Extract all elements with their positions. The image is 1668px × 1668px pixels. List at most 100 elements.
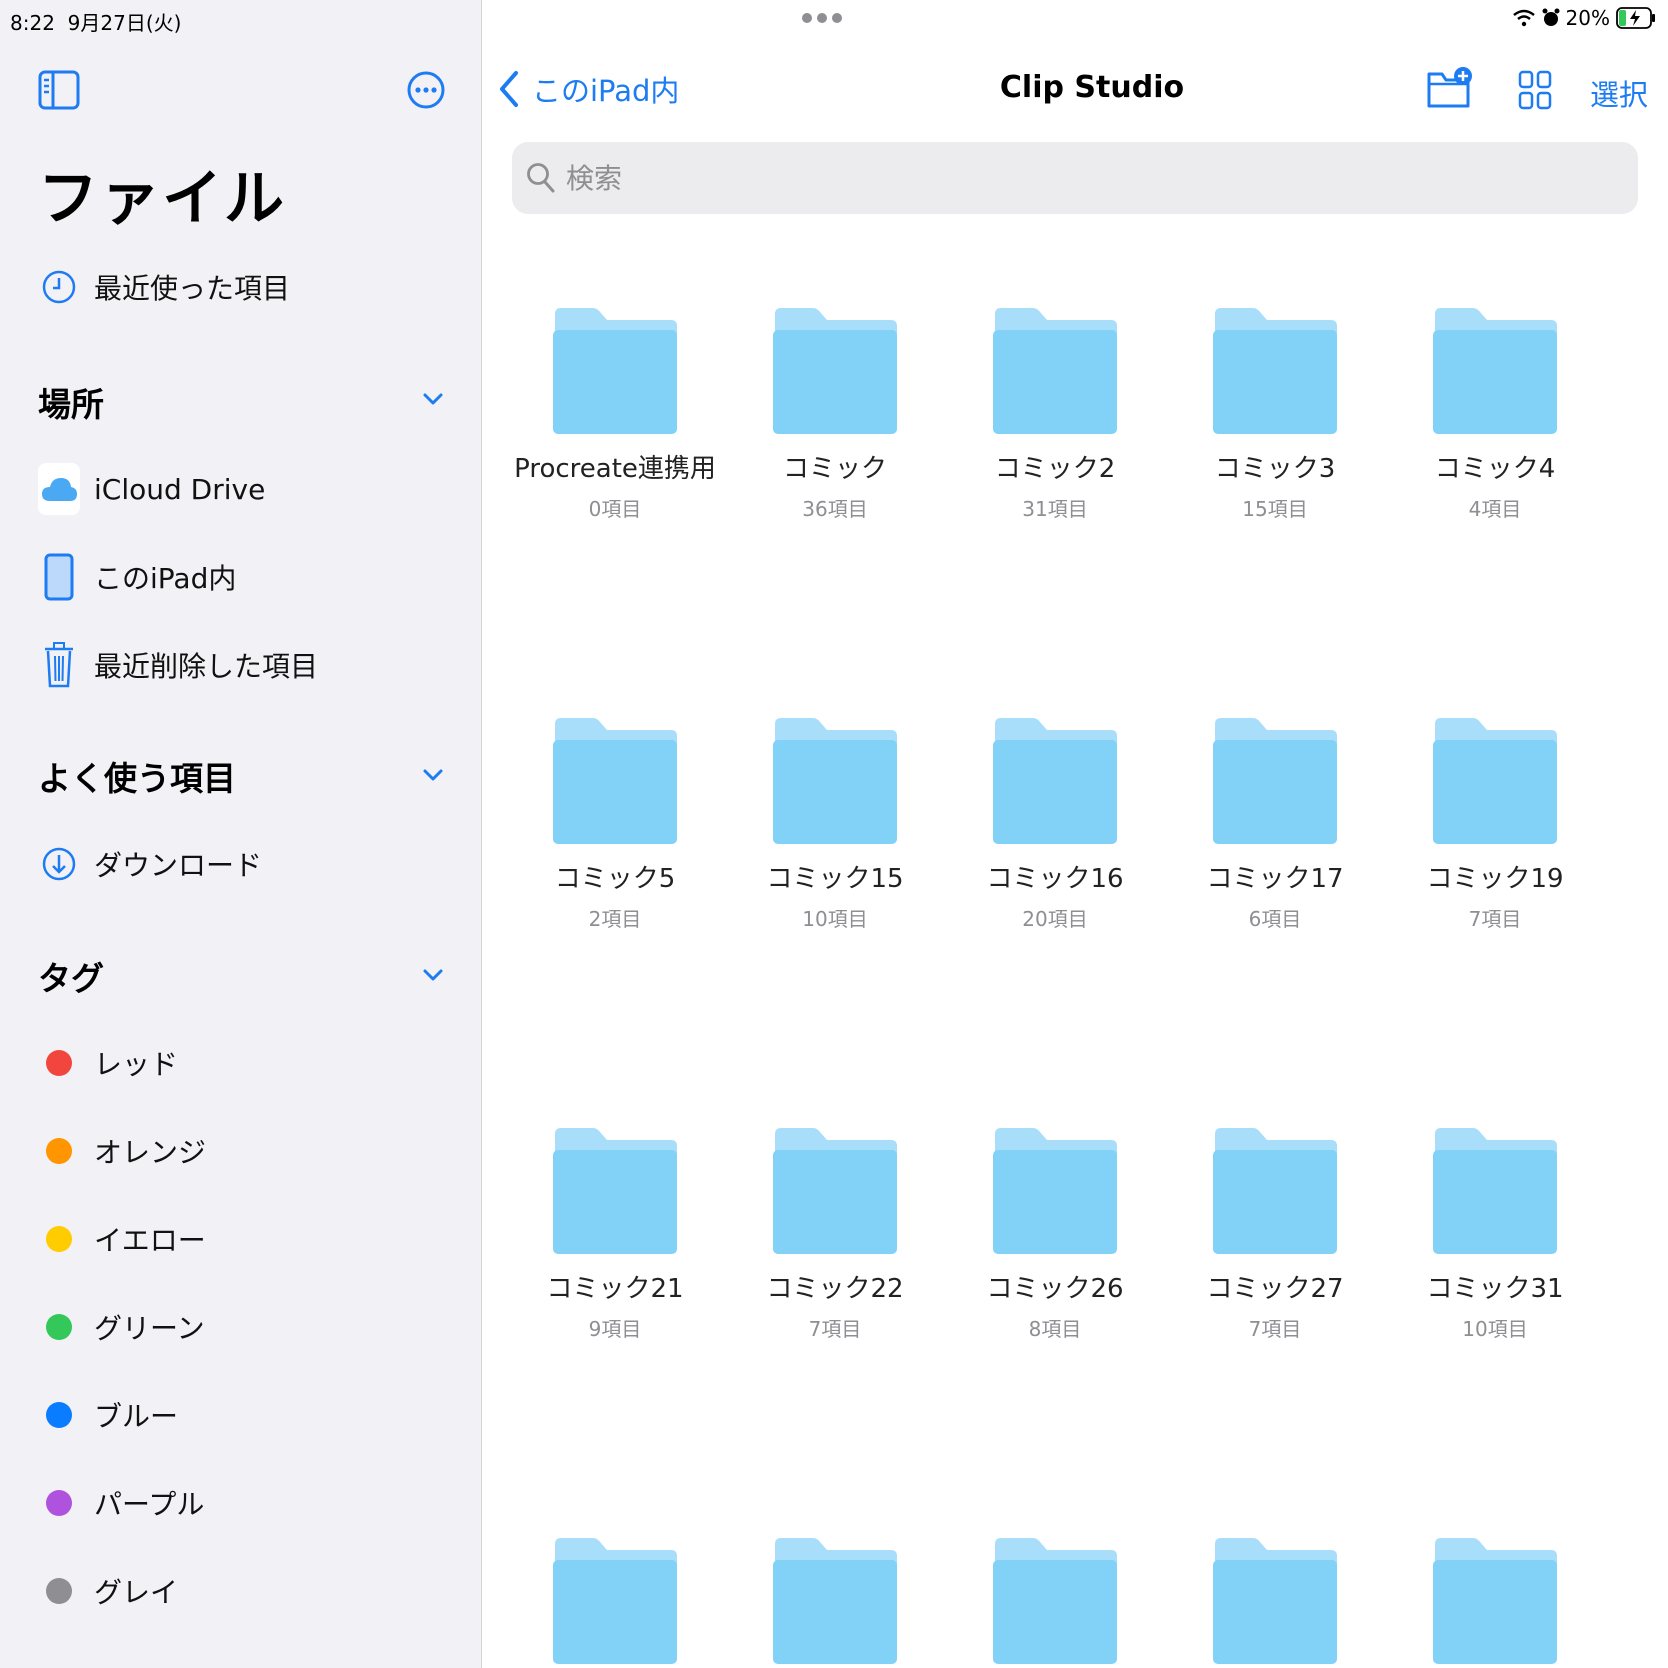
sidebar-item-label: 最近使った項目 bbox=[94, 267, 290, 307]
sidebar-toggle-button[interactable] bbox=[38, 70, 80, 114]
folder-item[interactable]: コミック268項目 bbox=[945, 1122, 1165, 1342]
chevron-left-icon bbox=[498, 70, 520, 108]
multitasking-dots-icon[interactable] bbox=[800, 12, 844, 24]
folder-name: コミック19 bbox=[1385, 858, 1605, 895]
status-indicators: 20% bbox=[1512, 6, 1656, 30]
sidebar-tag-item[interactable]: オレンジ bbox=[38, 1122, 206, 1180]
folder-name: コミック4 bbox=[1385, 448, 1605, 485]
battery-percent: 20% bbox=[1566, 6, 1610, 30]
folder-name: Procreate連携用 bbox=[505, 448, 725, 485]
sidebar-tag-label: グレイ bbox=[94, 1571, 178, 1611]
search-icon bbox=[526, 162, 556, 194]
folder-name: コミック5 bbox=[505, 858, 725, 895]
folder-name: コミック3 bbox=[1165, 448, 1385, 485]
sidebar-tag-item[interactable]: レッド bbox=[38, 1034, 178, 1092]
battery-charging-icon bbox=[1616, 7, 1656, 29]
folder-item-count: 2項目 bbox=[505, 903, 725, 932]
sidebar-tag-item[interactable]: グレイ bbox=[38, 1562, 178, 1620]
folder-icon bbox=[1431, 1122, 1559, 1256]
folder-item-count: 9項目 bbox=[505, 1313, 725, 1342]
folder-item[interactable]: コミック5 2項目 bbox=[505, 712, 725, 932]
folder-item-count: 0項目 bbox=[505, 493, 725, 522]
sidebar-item-on-my-ipad[interactable]: このiPad内 bbox=[38, 548, 236, 606]
tag-color-dot-icon bbox=[46, 1050, 72, 1076]
sidebar-item-icloud-drive[interactable]: iCloud Drive bbox=[38, 460, 265, 518]
sidebar-toggle-icon bbox=[38, 70, 80, 110]
folder-icon bbox=[551, 1532, 679, 1666]
folder-item[interactable] bbox=[1165, 1532, 1385, 1666]
folder-item[interactable]: コミック16 20項目 bbox=[945, 712, 1165, 932]
folder-item[interactable]: コミック219項目 bbox=[505, 1122, 725, 1342]
alarm-icon bbox=[1542, 8, 1560, 28]
ellipsis-circle-icon bbox=[406, 70, 446, 110]
grid-icon bbox=[1518, 70, 1552, 110]
folder-item[interactable]: コミック176項目 bbox=[1165, 712, 1385, 932]
folder-plus-icon bbox=[1426, 66, 1474, 110]
folder-item[interactable]: コミック3110項目 bbox=[1385, 1122, 1605, 1342]
download-icon bbox=[41, 846, 77, 882]
folder-icon bbox=[771, 1532, 899, 1666]
folder-item[interactable] bbox=[1385, 1532, 1605, 1666]
chevron-down-icon[interactable] bbox=[420, 386, 446, 412]
sidebar-item-downloads[interactable]: ダウンロード bbox=[38, 835, 262, 893]
new-folder-button[interactable] bbox=[1426, 66, 1474, 114]
folder-icon bbox=[551, 1122, 679, 1256]
tag-color-dot-icon bbox=[46, 1138, 72, 1164]
sidebar-item-recently-deleted[interactable]: 最近削除した項目 bbox=[38, 636, 318, 694]
select-button[interactable]: 選択 bbox=[1590, 72, 1648, 114]
folder-icon bbox=[991, 1122, 1119, 1256]
folder-name: コミック15 bbox=[725, 858, 945, 895]
sidebar-tag-label: レッド bbox=[94, 1043, 178, 1083]
folder-name: コミック16 bbox=[945, 858, 1165, 895]
folder-icon bbox=[551, 302, 679, 436]
folder-item[interactable] bbox=[505, 1532, 725, 1666]
folder-item[interactable]: コミック231項目 bbox=[945, 302, 1165, 522]
folder-item-count: 20項目 bbox=[945, 903, 1165, 932]
folder-item[interactable]: コミック277項目 bbox=[1165, 1122, 1385, 1342]
sidebar-tag-item[interactable]: イエロー bbox=[38, 1210, 206, 1268]
chevron-down-icon[interactable] bbox=[420, 762, 446, 788]
folder-icon bbox=[771, 712, 899, 846]
folder-name: コミック17 bbox=[1165, 858, 1385, 895]
search-bar[interactable] bbox=[512, 142, 1638, 214]
search-input[interactable] bbox=[564, 161, 1568, 196]
folder-icon bbox=[1211, 1122, 1339, 1256]
locations-header: 場所 bbox=[38, 378, 104, 426]
folder-item[interactable]: コミック1510項目 bbox=[725, 712, 945, 932]
chevron-down-icon[interactable] bbox=[420, 962, 446, 988]
clock-icon bbox=[41, 269, 77, 305]
sidebar-tag-label: ブルー bbox=[94, 1395, 178, 1435]
folder-item-count: 7項目 bbox=[1165, 1313, 1385, 1342]
status-time: 8:22 9月27日(火) bbox=[10, 7, 181, 36]
folder-name: コミック2 bbox=[945, 448, 1165, 485]
sidebar-item-label: このiPad内 bbox=[94, 557, 236, 597]
sidebar-tag-item[interactable]: ブルー bbox=[38, 1386, 178, 1444]
sidebar-item-label: 最近削除した項目 bbox=[94, 645, 318, 685]
folder-item[interactable] bbox=[725, 1532, 945, 1666]
folder-item[interactable]: コミック36項目 bbox=[725, 302, 945, 522]
folder-icon bbox=[1211, 712, 1339, 846]
folder-item[interactable]: コミック4 4項目 bbox=[1385, 302, 1605, 522]
folder-name: コミック26 bbox=[945, 1268, 1165, 1305]
sidebar-tag-item[interactable]: グリーン bbox=[38, 1298, 205, 1356]
folder-item[interactable]: Procreate連携用 0項目 bbox=[505, 302, 725, 522]
folder-item[interactable]: コミック19 7項目 bbox=[1385, 712, 1605, 932]
folder-icon bbox=[1211, 302, 1339, 436]
folder-item[interactable] bbox=[945, 1532, 1165, 1666]
folder-item-count: 4項目 bbox=[1385, 493, 1605, 522]
sidebar-item-label: ダウンロード bbox=[94, 844, 262, 884]
sidebar-tag-item[interactable]: パープル bbox=[38, 1474, 204, 1532]
sidebar-tag-label: グリーン bbox=[94, 1307, 205, 1347]
sidebar-item-recents[interactable]: 最近使った項目 bbox=[38, 258, 290, 316]
sidebar-item-label: iCloud Drive bbox=[94, 473, 265, 506]
view-grid-button[interactable] bbox=[1518, 70, 1552, 114]
back-button[interactable]: このiPad内 bbox=[498, 68, 679, 110]
folder-item[interactable]: コミック3 15項目 bbox=[1165, 302, 1385, 522]
folder-item-count: 15項目 bbox=[1165, 493, 1385, 522]
folder-item-count: 7項目 bbox=[1385, 903, 1605, 932]
folder-name: コミック22 bbox=[725, 1268, 945, 1305]
folder-item[interactable]: コミック227項目 bbox=[725, 1122, 945, 1342]
folder-name: コミック bbox=[725, 448, 945, 485]
wifi-icon bbox=[1512, 9, 1536, 27]
more-options-button[interactable] bbox=[406, 70, 446, 114]
